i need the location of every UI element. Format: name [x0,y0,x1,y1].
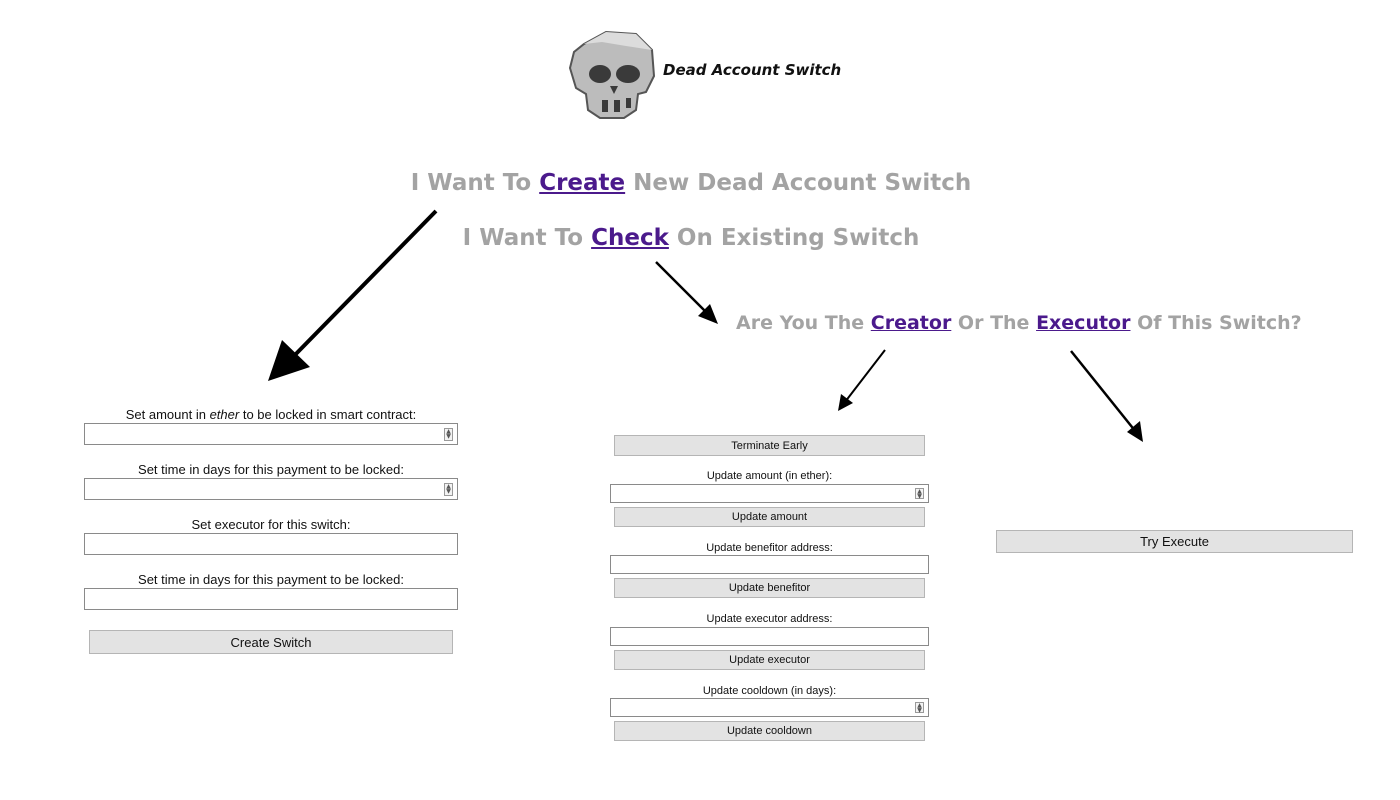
update-amount-button[interactable]: Update amount [614,507,925,527]
lock-time-label: Set time in days for this payment to be … [138,462,404,477]
executor-label: Set executor for this switch: [191,517,351,532]
update-amount-spinner-icon[interactable]: ▲ ▼ [915,488,924,500]
update-executor-input[interactable] [610,627,929,646]
role-heading-suffix: Of This Switch? [1130,312,1302,334]
create-heading-suffix: New Dead Account Switch [625,170,972,196]
arrow-to-executor-panel-icon [1070,350,1143,442]
create-heading: I Want To Create New Dead Account Switch [0,170,1382,196]
update-cooldown-label: Update cooldown (in days): [702,685,837,697]
role-heading-middle: Or The [951,312,1037,334]
role-heading: Are You The Creator Or The Executor Of T… [736,312,1302,334]
check-heading: I Want To Check On Existing Switch [0,225,1382,251]
creator-link[interactable]: Creator [871,312,952,334]
check-link[interactable]: Check [591,225,669,251]
create-switch-button[interactable]: Create Switch [89,630,453,654]
create-heading-prefix: I Want To [410,170,540,196]
update-amount-input[interactable]: ▲ ▼ [610,484,929,503]
lock-time-input[interactable]: ▲ ▼ [84,478,458,500]
amount-input[interactable]: ▲ ▼ [84,423,458,445]
app-title: Dead Account Switch [663,61,842,79]
update-benefitor-label: Update benefitor address: [706,542,833,554]
arrows-layer [268,209,1143,442]
update-amount-label: Update amount (in ether): [706,470,833,482]
terminate-early-button[interactable]: Terminate Early [614,435,925,456]
update-benefitor-button[interactable]: Update benefitor [614,578,925,598]
check-heading-suffix: On Existing Switch [668,225,920,251]
arrow-to-role-heading-icon [655,261,718,324]
executor-input[interactable] [84,533,458,555]
update-cooldown-input[interactable]: ▲ ▼ [610,698,929,717]
lock-time-label-2: Set time in days for this payment to be … [138,572,404,587]
lock-time-input-2[interactable] [84,588,458,610]
update-cooldown-button[interactable]: Update cooldown [614,721,925,741]
check-heading-prefix: I Want To [462,225,592,251]
amount-spinner-icon[interactable]: ▲ ▼ [444,428,453,441]
create-link[interactable]: Create [539,170,625,196]
amount-label: Set amount in ether to be locked in smar… [125,407,417,422]
update-cooldown-spinner-icon[interactable]: ▲ ▼ [915,702,924,714]
role-heading-prefix: Are You The [736,312,871,334]
update-executor-button[interactable]: Update executor [614,650,925,670]
executor-link[interactable]: Executor [1036,312,1130,334]
skull-logo-icon [566,28,658,120]
lock-time-spinner-icon[interactable]: ▲ ▼ [444,483,453,496]
arrow-to-creator-panel-icon [838,349,886,411]
update-benefitor-input[interactable] [610,555,929,574]
try-execute-button[interactable]: Try Execute [996,530,1353,553]
update-executor-label: Update executor address: [706,613,833,625]
